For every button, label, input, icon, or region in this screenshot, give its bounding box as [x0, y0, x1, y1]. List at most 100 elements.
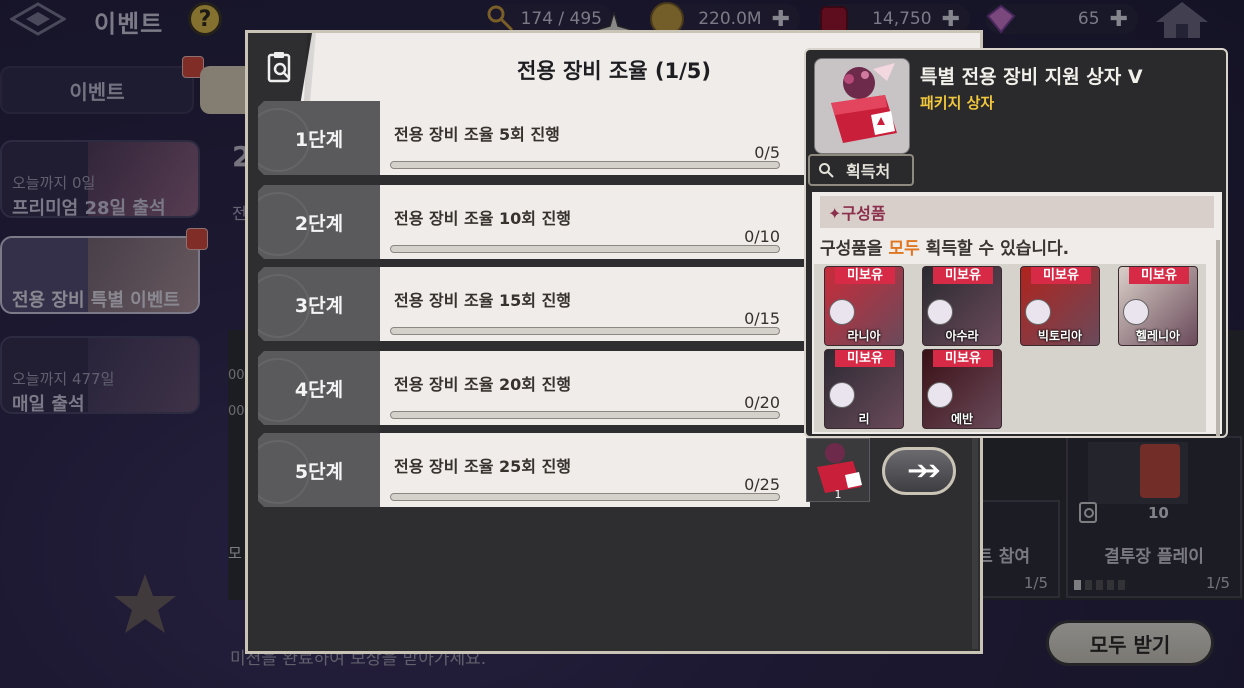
- edge-text: 00: [228, 368, 245, 383]
- reward-item-slot[interactable]: 1: [806, 438, 870, 502]
- quest-name: 전용 장비 조율 20회 진행: [394, 375, 572, 394]
- acquisition-source-label: 획득처: [846, 162, 891, 181]
- quest-name: 전용 장비 조율 5회 진행: [394, 125, 560, 144]
- search-icon: [819, 163, 834, 178]
- reward-quantity: 1: [834, 488, 842, 501]
- quest-panel: 전용 장비 조율 10회 진행 0/10: [380, 185, 810, 259]
- component-item[interactable]: 미보유 에반: [922, 349, 1002, 429]
- owner-name: 라니아: [847, 329, 881, 343]
- quest-progress-text: 0/5: [754, 143, 780, 162]
- ruby-value: 14,750: [872, 9, 932, 29]
- event-card-premium-attendance[interactable]: 오늘까지 0일 프리미엄 28일 출석: [0, 140, 200, 219]
- acquisition-source-button[interactable]: 획득처: [808, 154, 914, 186]
- component-item[interactable]: 미보유 라니아: [824, 266, 904, 346]
- quest-panel: 전용 장비 조율 15회 진행 0/15: [380, 267, 810, 341]
- ticket-icon: [1140, 444, 1180, 498]
- not-owned-badge: 미보유: [933, 267, 993, 284]
- owner-name: 헬레니아: [1135, 329, 1181, 343]
- event-card-daily-attendance[interactable]: 오늘까지 477일 매일 출석: [0, 336, 200, 415]
- component-item[interactable]: 미보유 헬레니아: [1118, 266, 1198, 346]
- stamina-value: 174 / 495: [520, 9, 602, 29]
- add-ruby-button[interactable]: ✚: [942, 7, 960, 32]
- desc-highlight: 모두: [888, 239, 920, 259]
- components-description: 구성품을 모두 획득할 수 있습니다.: [820, 234, 1069, 259]
- component-item[interactable]: 미보유 빅토리아: [1020, 266, 1100, 346]
- mission-count: 1/5: [1023, 574, 1048, 592]
- mission-step-row: 5단계 전용 장비 조율 25회 진행 0/25 1 ➔➔: [258, 433, 968, 507]
- step-label: 5단계: [258, 433, 380, 507]
- tab-secondary[interactable]: [200, 66, 250, 114]
- quest-progress-bar: [390, 245, 780, 253]
- quest-progress-bar: [390, 493, 780, 501]
- owner-portrait-icon: [927, 299, 953, 325]
- card-remaining-days: 오늘까지 0일: [12, 174, 96, 192]
- desc-prefix: 구성품을: [820, 239, 889, 259]
- owner-portrait-icon: [829, 299, 855, 325]
- quest-progress-bar: [390, 161, 780, 169]
- add-gem-button[interactable]: ✚: [1110, 7, 1128, 32]
- menu-diamond-icon[interactable]: [10, 2, 66, 36]
- go-to-mission-button[interactable]: ➔➔: [882, 447, 956, 495]
- quest-panel: 전용 장비 조율 20회 진행 0/20: [380, 351, 810, 425]
- quest-panel: 전용 장비 조율 5회 진행 0/5: [380, 101, 810, 175]
- page-title: 이벤트: [94, 10, 164, 38]
- component-item[interactable]: 미보유 리: [824, 349, 904, 429]
- item-thumbnail: [814, 58, 910, 154]
- help-button[interactable]: ?: [188, 2, 222, 36]
- tab-event[interactable]: 이벤트: [0, 66, 194, 114]
- desc-suffix: 획득할 수 있습니다.: [919, 239, 1070, 259]
- edge-text: 모: [228, 544, 242, 562]
- item-name: 특별 전용 장비 지원 상자 V: [920, 66, 1143, 88]
- gold-value: 220.0M: [698, 9, 762, 29]
- gift-box-icon: [817, 443, 862, 493]
- diamond-icon: [986, 4, 1016, 34]
- step-label: 2단계: [258, 185, 380, 259]
- clipboard-search-icon: [1079, 502, 1097, 523]
- edge-text: 00: [228, 404, 245, 419]
- star-decoration-icon: [114, 574, 176, 633]
- home-icon[interactable]: [1152, 0, 1212, 40]
- component-item[interactable]: 미보유 아수라: [922, 266, 1002, 346]
- owner-name: 리: [858, 412, 870, 426]
- card-title: 매일 출석: [12, 394, 85, 415]
- quest-progress-bar: [390, 411, 780, 419]
- quest-progress-text: 0/25: [744, 475, 780, 494]
- owner-name: 아수라: [945, 329, 979, 343]
- owner-portrait-icon: [1025, 299, 1051, 325]
- quest-name: 전용 장비 조율 15회 진행: [394, 291, 572, 310]
- not-owned-badge: 미보유: [835, 350, 895, 367]
- claim-all-button[interactable]: 모두 받기: [1046, 620, 1214, 666]
- quest-progress-text: 0/15: [744, 309, 780, 328]
- step-label: 3단계: [258, 267, 380, 341]
- reward-slot: [1088, 442, 1188, 504]
- gift-box-icon: [831, 63, 897, 143]
- not-owned-badge: 미보유: [1129, 267, 1189, 284]
- owner-name: 빅토리아: [1037, 329, 1083, 343]
- not-owned-badge: 미보유: [835, 267, 895, 284]
- quest-name: 전용 장비 조율 10회 진행: [394, 209, 572, 228]
- quest-panel: 전용 장비 조율 25회 진행 0/25: [380, 433, 810, 507]
- card-title: 프리미엄 28일 출석: [12, 198, 166, 219]
- gift-icon: [186, 228, 208, 250]
- item-type: 패키지 상자: [920, 94, 995, 112]
- gem-resource: 65 ✚: [986, 4, 1138, 34]
- add-gold-button[interactable]: ✚: [772, 7, 790, 32]
- gem-value: 65: [1077, 9, 1100, 29]
- quest-progress-bar: [390, 327, 780, 335]
- event-card-exclusive-gear[interactable]: 전용 장비 특별 이벤트: [0, 236, 200, 314]
- card-title: 전용 장비 특별 이벤트: [12, 290, 180, 311]
- not-owned-badge: 미보유: [1031, 267, 1091, 284]
- progress-pips: [1074, 580, 1134, 590]
- quest-name: 전용 장비 조율 25회 진행: [394, 457, 572, 476]
- card-remaining-days: 오늘까지 477일: [12, 370, 115, 388]
- reward-count: 10: [1148, 504, 1169, 522]
- mission-count: 1/5: [1205, 574, 1230, 592]
- owner-portrait-icon: [829, 382, 855, 408]
- components-heading: ✦구성품: [820, 196, 1214, 228]
- item-detail-popup: 특별 전용 장비 지원 상자 V 패키지 상자 획득처 ✦구성품 구성품을 모두…: [804, 48, 1228, 438]
- components-section: ✦구성품 구성품을 모두 획득할 수 있습니다. 미보유 라니아 미보유 아수라…: [812, 192, 1222, 434]
- quest-progress-text: 0/20: [744, 393, 780, 412]
- mission-label: 결투장 플레이: [1104, 547, 1204, 567]
- step-label: 4단계: [258, 351, 380, 425]
- popup-scrollbar[interactable]: [1216, 240, 1220, 436]
